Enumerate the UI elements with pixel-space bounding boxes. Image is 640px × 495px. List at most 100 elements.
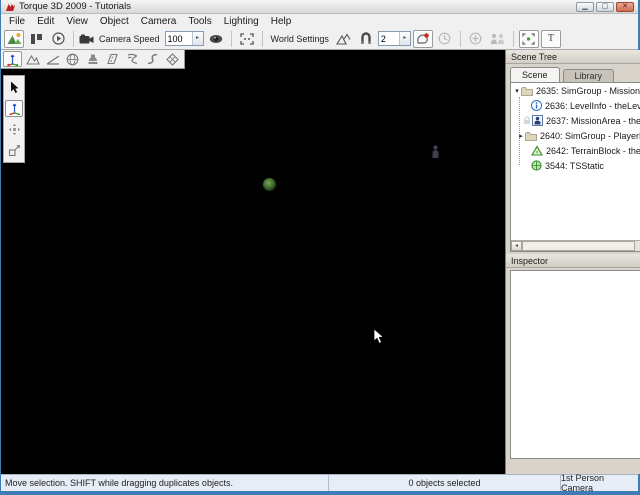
window-title: Torque 3D 2009 - Tutorials: [19, 1, 131, 12]
title-bar: Torque 3D 2009 - Tutorials ▁ ▢ ✕: [1, 0, 638, 14]
play-game-button[interactable]: [48, 30, 68, 48]
snap-size-field: ▸: [378, 31, 411, 46]
tab-library[interactable]: Library: [563, 69, 615, 82]
road-icon: [106, 53, 119, 65]
menu-edit[interactable]: Edit: [31, 16, 60, 27]
rotate-gizmo-icon: [8, 123, 21, 136]
tree-item-missiongroup[interactable]: ▾ 2635: SimGroup - MissionGroup: [511, 83, 640, 98]
status-message: Move selection. SHIFT while dragging dup…: [1, 475, 328, 491]
menu-file[interactable]: File: [3, 16, 31, 27]
tree-horizontal-scrollbar[interactable]: ◂ ▸: [511, 240, 640, 251]
terrain-snap-icon: [336, 33, 351, 45]
toolbar-separator: [262, 31, 263, 47]
scrollbar-thumb[interactable]: [522, 241, 635, 251]
render-text-button[interactable]: T: [541, 30, 561, 48]
scale-tool[interactable]: [5, 142, 23, 159]
toolbar-separator: [73, 31, 74, 47]
slope-pencil-icon: [46, 54, 60, 65]
editor-tool-palette: [1, 50, 185, 69]
scrollbar-track[interactable]: [635, 241, 640, 251]
status-bar: Move selection. SHIFT while dragging dup…: [1, 474, 638, 491]
move-tool[interactable]: [5, 100, 23, 117]
tree-item-label: 2635: SimGroup - MissionGroup: [536, 86, 640, 96]
stamp-icon: [87, 53, 99, 65]
material-editor-tool[interactable]: [63, 51, 82, 67]
mouse-cursor: [373, 328, 385, 345]
world-settings-label: World Settings: [268, 34, 332, 44]
viewport[interactable]: [1, 50, 505, 474]
terrain-snap-button[interactable]: [334, 30, 354, 48]
grid-snap-icon: [438, 32, 451, 45]
main-toolbar: Camera Speed ▸ World Settings: [1, 28, 638, 50]
drop-add-button[interactable]: [466, 30, 486, 48]
select-arrow-icon: [10, 81, 19, 94]
camera-mode: 1st Person Camera: [560, 475, 638, 491]
tree-item-missionarea[interactable]: 2637: MissionArea - theMis: [511, 113, 640, 128]
torque-logo-icon: [5, 2, 16, 12]
camera-speed-spinner[interactable]: ▸: [192, 32, 203, 45]
toolbar-separator: [460, 31, 461, 47]
tab-library-label: Library: [575, 71, 603, 81]
tree-item-tsstatic[interactable]: 3544: TSStatic: [511, 158, 640, 173]
river-editor-tool[interactable]: [123, 51, 142, 67]
menu-camera[interactable]: Camera: [135, 16, 183, 27]
scene-object-gizmo[interactable]: [263, 178, 276, 191]
menu-view[interactable]: View: [60, 16, 94, 27]
right-dock: Scene Tree Scene Library: [505, 50, 640, 474]
soft-snap-button[interactable]: [356, 30, 376, 48]
menu-lighting[interactable]: Lighting: [218, 16, 265, 27]
player-spawn-marker[interactable]: [431, 145, 440, 159]
scroll-left-icon[interactable]: ◂: [511, 241, 522, 251]
tree-item-label: 2640: SimGroup - PlayerDropP: [540, 131, 640, 141]
mesh-road-editor-tool[interactable]: [163, 51, 182, 67]
tree-item-label: 2636: LevelInfo - theLevelInfo: [545, 101, 640, 111]
scene-tree-tabs: Scene Library: [506, 64, 640, 82]
axis-gizmo-icon: [6, 53, 19, 66]
camera-speed-label: Camera Speed: [96, 34, 163, 44]
visibility-button[interactable]: [206, 30, 226, 48]
object-snap-button[interactable]: [413, 30, 433, 48]
rotate-tool[interactable]: [5, 121, 23, 138]
menu-tools[interactable]: Tools: [182, 16, 217, 27]
bounds-icon: [522, 33, 535, 45]
menu-bar: File Edit View Object Camera Tools Light…: [1, 14, 638, 28]
camera-icon: [79, 34, 94, 44]
tree-item-playerdrop[interactable]: ▸ 2640: SimGroup - PlayerDropP: [511, 128, 640, 143]
tree-item-label: 2642: TerrainBlock - theTerrain: [546, 146, 640, 156]
tree-item-label: 2637: MissionArea - theMis: [546, 116, 640, 126]
folder-icon: [521, 86, 533, 96]
menu-help[interactable]: Help: [265, 16, 298, 27]
object-editor-tool[interactable]: [3, 51, 22, 67]
tree-item-levelinfo[interactable]: 2636: LevelInfo - theLevelInfo: [511, 98, 640, 113]
object-snap-icon: [416, 32, 430, 45]
camera-speed-input[interactable]: [166, 32, 192, 45]
grid-snap-button[interactable]: [435, 30, 455, 48]
move-gizmo-icon: [8, 102, 21, 115]
drop-players-button[interactable]: [488, 30, 508, 48]
camera-speed-field: ▸: [165, 31, 204, 46]
tab-scene[interactable]: Scene: [510, 67, 560, 82]
path-editor-tool[interactable]: [143, 51, 162, 67]
eye-icon: [209, 34, 223, 44]
maximize-button[interactable]: ▢: [596, 2, 614, 12]
snap-size-spinner[interactable]: ▸: [399, 32, 410, 45]
decal-road-editor-tool[interactable]: [103, 51, 122, 67]
collapse-arrow-icon[interactable]: ▸: [517, 132, 525, 140]
datablock-editor-tool[interactable]: [83, 51, 102, 67]
tree-item-terrainblock[interactable]: 2642: TerrainBlock - theTerrain: [511, 143, 640, 158]
terrain-painter-tool[interactable]: [43, 51, 62, 67]
add-circle-icon: [469, 32, 482, 45]
expand-arrow-icon[interactable]: ▾: [513, 87, 521, 95]
render-bounds-button[interactable]: [519, 30, 539, 48]
scene-tree-view: ▾ 2635: SimGroup - MissionGroup 2636: Le…: [510, 82, 640, 252]
gui-editor-button[interactable]: [26, 30, 46, 48]
world-editor-button[interactable]: [4, 30, 24, 48]
snap-size-input[interactable]: [379, 32, 399, 45]
close-button[interactable]: ✕: [616, 2, 634, 12]
minimize-button[interactable]: ▁: [576, 2, 594, 12]
inspector-pane: ▴ ▾: [510, 270, 640, 459]
screenshot-button[interactable]: [237, 30, 257, 48]
menu-object[interactable]: Object: [94, 16, 135, 27]
select-tool[interactable]: [5, 79, 23, 96]
terrain-editor-tool[interactable]: [23, 51, 42, 67]
